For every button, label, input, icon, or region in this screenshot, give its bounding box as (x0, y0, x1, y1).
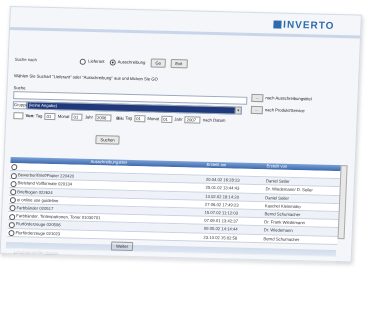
radio-supplier-label: Lieferant (88, 58, 105, 64)
from-month-select[interactable]: 01 (71, 113, 83, 121)
cell-title: Briefbogen 022624 (17, 188, 53, 195)
radio-tender[interactable] (109, 58, 116, 66)
from-year-select[interactable]: 2006 (94, 114, 112, 122)
cell-title: Bleistand Vollformate 020134 (17, 180, 73, 187)
logo-mark-icon (272, 20, 282, 29)
cell-title: Farbbänder 020517 (16, 205, 54, 212)
to-month-label: Monat (147, 115, 160, 122)
to-day-select[interactable]: 01 (134, 115, 146, 123)
from-day-select[interactable]: 01 (44, 112, 56, 121)
from-day-label: Tag (35, 113, 43, 119)
cell-created-by: Bernd Schumacher (264, 211, 301, 218)
exit-button[interactable]: Exit (170, 58, 188, 69)
instructions: Wählen Sie Suchart "Lieferant" oder "Aus… (13, 73, 158, 82)
cell-title: Bewerber/Brief/Papier 220420 (17, 172, 75, 179)
product-service-label: nach Produkt/Service (264, 107, 305, 114)
search-button[interactable]: Suchen (95, 135, 120, 145)
radio-supplier[interactable] (79, 58, 87, 65)
cell-created-at: 15.07.02 11:12:03 (204, 209, 239, 216)
row-radio[interactable] (9, 197, 16, 204)
cell-created-by: Dr. Wiedemann/ D. Seiler (265, 186, 313, 193)
cell-created-by: Kaschel Kleinmidro (264, 203, 301, 209)
from-label: Von: (25, 113, 35, 119)
to-year-label: Jahr (174, 116, 183, 122)
cell-created-by: Daniel Seiler (265, 178, 290, 185)
tender-title-search-button[interactable]: ... (251, 93, 264, 103)
reflection-text: Flurförderzeuge 020506 (13, 250, 59, 257)
chevron-down-icon[interactable]: ▼ (234, 107, 241, 114)
product-service-button[interactable]: ... (250, 105, 264, 115)
radio-tender-label: Ausschreibung (117, 59, 146, 65)
to-label: Bis: (116, 115, 125, 121)
logo-text: INVERTO (282, 19, 335, 32)
cell-created-at: 27.06.02 17:49:23 (204, 201, 239, 208)
row-radio[interactable] (10, 180, 17, 187)
date-filter-toggle[interactable] (13, 112, 24, 120)
panel-reflection: Flurförderzeuge 020506 (5, 216, 338, 264)
product-service-value: (keine Angabe) (28, 102, 58, 109)
cell-title: ei online use guideline (16, 196, 59, 203)
search-label: Suche (13, 85, 26, 91)
inverto-logo: INVERTO (272, 19, 335, 32)
row-radio[interactable] (10, 172, 18, 179)
to-month-select[interactable]: 01 (161, 115, 173, 123)
cell-created-at: 25.01.02 13:44:43 (205, 185, 240, 192)
group-prefix[interactable]: Gruppe (12, 101, 28, 110)
tilted-screenshot: INVERTO Suche nach Lieferant Ausschreibu… (0, 6, 362, 306)
row-radio[interactable] (10, 188, 17, 196)
row-radio[interactable] (9, 205, 16, 212)
search-mode-label: Suche nach (14, 56, 38, 63)
row-radio[interactable] (11, 164, 18, 171)
to-day-label: Tag (125, 115, 133, 121)
from-month-label: Monat (57, 113, 70, 120)
search-mode-row: Suche nach Lieferant Ausschreibung Go Ex… (14, 55, 188, 69)
cell-created-at: 20.04.02 16:28:23 (205, 177, 240, 183)
date-filter-row: Von: Tag 01 Monat 01 Jahr 2006 Bis: Tag … (12, 112, 226, 124)
to-year-select[interactable]: 2007 (184, 116, 201, 124)
tender-title-label: nach Ausschreibungstitel (265, 95, 312, 102)
date-suffix-label: nach Datum (202, 117, 226, 123)
go-button[interactable]: Go (150, 58, 167, 68)
from-year-label: Jahr (84, 114, 94, 120)
cell-created-by: Daniel Seiler (265, 194, 290, 201)
cell-created-at: 13.02.02 18:14:20 (205, 193, 240, 200)
